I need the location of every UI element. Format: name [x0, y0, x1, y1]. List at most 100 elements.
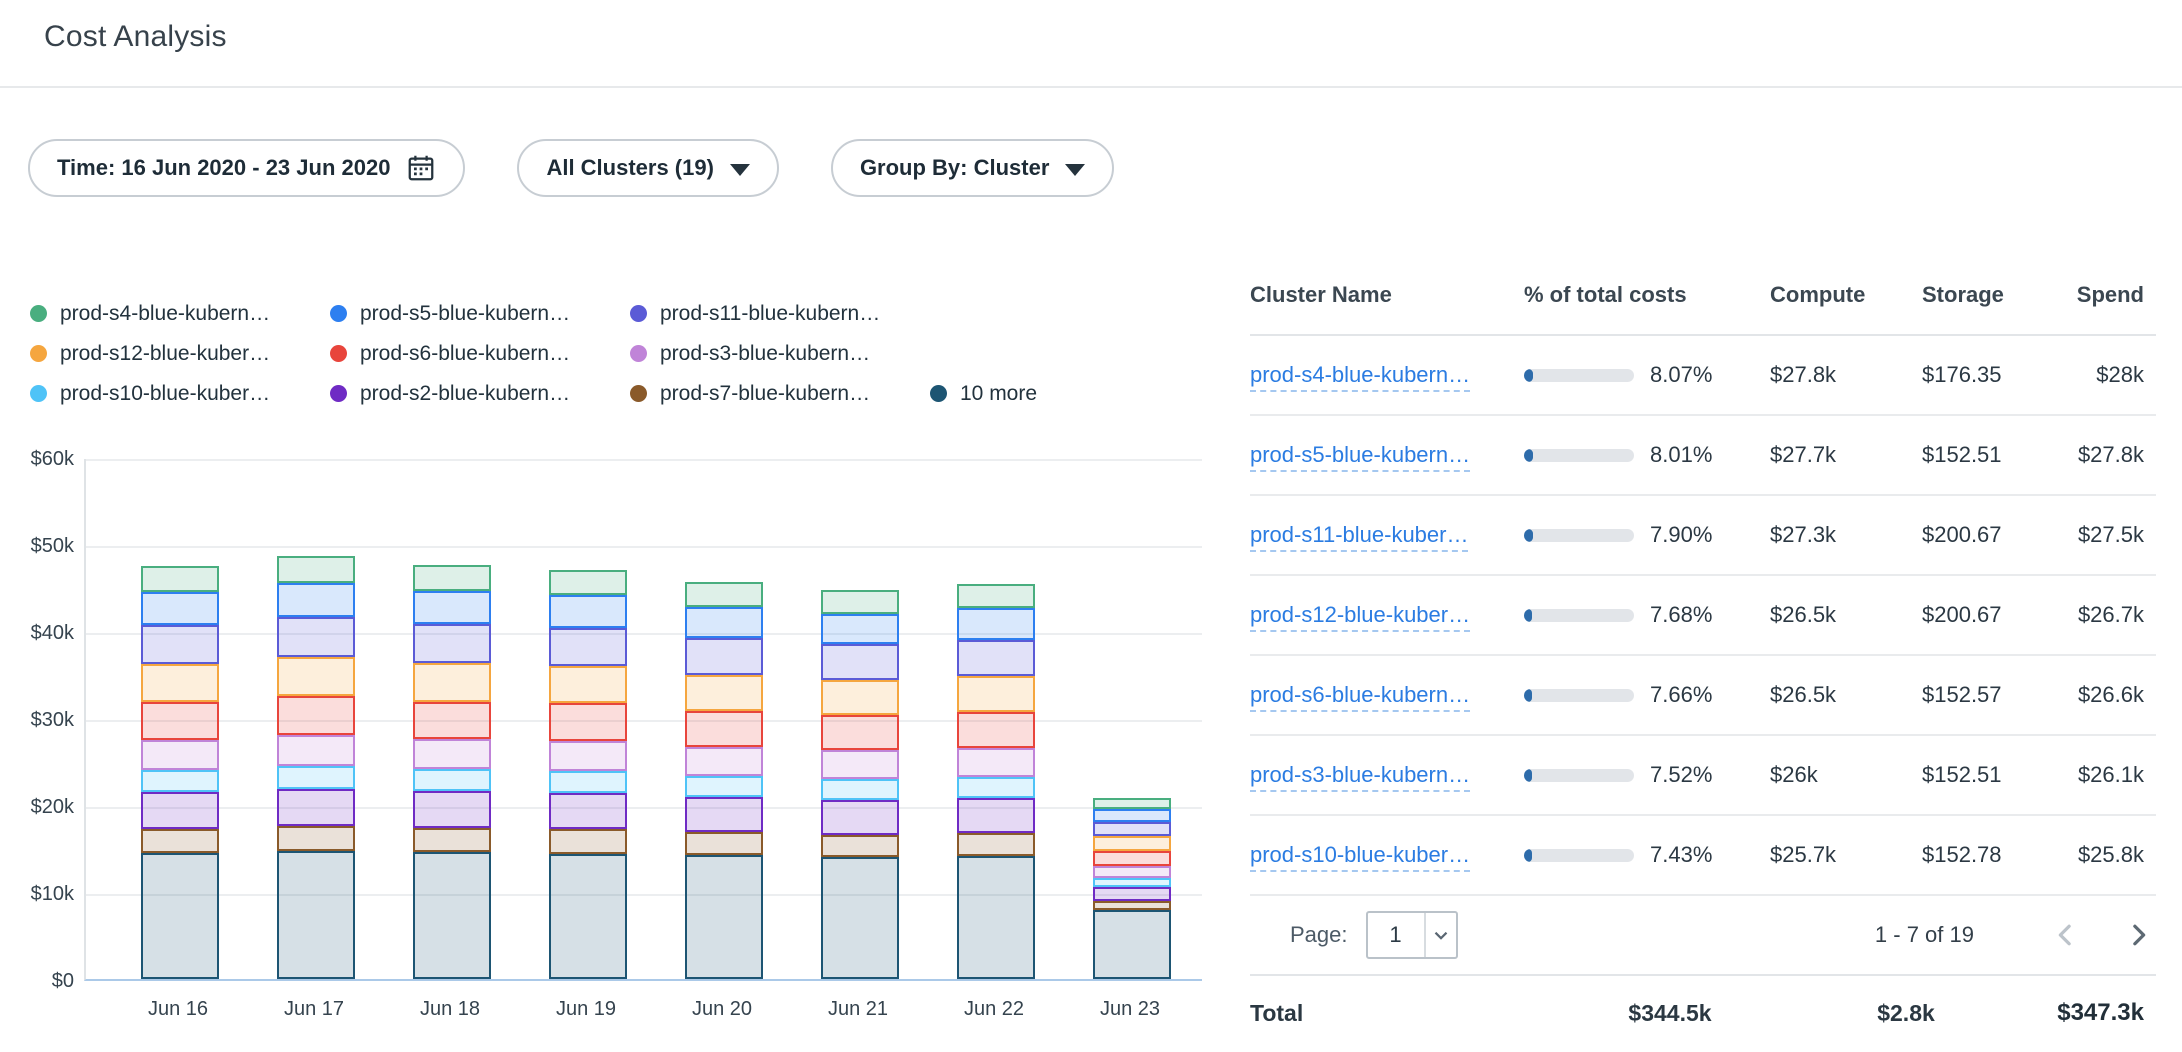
page-select[interactable]: 1 [1366, 911, 1458, 959]
bar-segment[interactable] [821, 590, 899, 613]
bar-segment[interactable] [413, 828, 491, 852]
bar-segment[interactable] [277, 766, 355, 789]
cluster-name-link[interactable]: prod-s5-blue-kubern… [1250, 442, 1470, 472]
bar-segment[interactable] [549, 854, 627, 979]
bar-segment[interactable] [141, 792, 219, 829]
bar-segment[interactable] [141, 625, 219, 664]
cluster-name-link[interactable]: prod-s12-blue-kuber… [1250, 602, 1470, 632]
bar-segment[interactable] [277, 696, 355, 734]
bar-segment[interactable] [957, 856, 1035, 979]
cluster-name-link[interactable]: prod-s3-blue-kubern… [1250, 762, 1470, 792]
cluster-name-link[interactable]: prod-s4-blue-kubern… [1250, 362, 1470, 392]
bar-segment[interactable] [413, 565, 491, 591]
legend-item[interactable]: prod-s10-blue-kuber… [30, 382, 330, 406]
bar-segment[interactable] [549, 741, 627, 771]
legend-item[interactable]: prod-s7-blue-kubern… [630, 382, 930, 406]
bar-segment[interactable] [549, 666, 627, 703]
bar-segment[interactable] [413, 624, 491, 663]
bar-segment[interactable] [549, 595, 627, 627]
bar-segment[interactable] [957, 676, 1035, 712]
bar-segment[interactable] [413, 739, 491, 769]
bar-segment[interactable] [1093, 866, 1171, 878]
bar-segment[interactable] [549, 771, 627, 793]
bar-segment[interactable] [957, 608, 1035, 639]
bar-segment[interactable] [141, 853, 219, 979]
bar-segment[interactable] [141, 740, 219, 770]
bar-segment[interactable] [821, 614, 899, 644]
bar-segment[interactable] [549, 703, 627, 740]
bar-segment[interactable] [277, 789, 355, 826]
legend-item[interactable]: prod-s12-blue-kuber… [30, 342, 330, 366]
bar-segment[interactable] [957, 712, 1035, 748]
legend-item[interactable]: prod-s6-blue-kubern… [330, 342, 630, 366]
bar-segment[interactable] [685, 582, 763, 606]
cluster-name-link[interactable]: prod-s11-blue-kuber… [1250, 522, 1468, 552]
bar-segment[interactable] [1093, 809, 1171, 822]
bar-segment[interactable] [413, 591, 491, 624]
bar-segment[interactable] [277, 851, 355, 979]
legend-item[interactable]: prod-s2-blue-kubern… [330, 382, 630, 406]
bar-segment[interactable] [821, 644, 899, 680]
bar-segment[interactable] [821, 750, 899, 779]
bar-segment[interactable] [685, 855, 763, 979]
bar-segment[interactable] [549, 628, 627, 666]
bar-segment[interactable] [277, 556, 355, 583]
bar-segment[interactable] [685, 797, 763, 832]
legend-item[interactable]: prod-s3-blue-kubern… [630, 342, 870, 366]
previous-page-button[interactable] [2050, 919, 2082, 951]
bar-segment[interactable] [277, 617, 355, 657]
bar-segment[interactable] [685, 832, 763, 855]
bar-segment[interactable] [685, 638, 763, 675]
next-page-button[interactable] [2122, 919, 2154, 951]
legend-item[interactable]: prod-s11-blue-kubern… [630, 302, 880, 326]
bar-segment[interactable] [549, 829, 627, 853]
bar-segment[interactable] [141, 829, 219, 853]
bar-segment[interactable] [957, 777, 1035, 798]
bar-segment[interactable] [685, 776, 763, 797]
legend-item[interactable]: prod-s5-blue-kubern… [330, 302, 630, 326]
bar-segment[interactable] [413, 791, 491, 828]
bar-segment[interactable] [821, 779, 899, 800]
legend-item[interactable]: 10 more [930, 382, 1037, 406]
bar-segment[interactable] [141, 664, 219, 702]
bar-segment[interactable] [413, 769, 491, 791]
bar-segment[interactable] [821, 835, 899, 858]
bar-segment[interactable] [141, 592, 219, 625]
bar-segment[interactable] [685, 747, 763, 777]
bar-segment[interactable] [1093, 822, 1171, 837]
bar-segment[interactable] [277, 826, 355, 851]
bar-segment[interactable] [141, 566, 219, 592]
bar-segment[interactable] [549, 793, 627, 830]
bar-segment[interactable] [821, 800, 899, 835]
cluster-name-link[interactable]: prod-s6-blue-kubern… [1250, 682, 1470, 712]
bar-segment[interactable] [1093, 901, 1171, 911]
bar-segment[interactable] [413, 852, 491, 979]
bar-segment[interactable] [1093, 887, 1171, 901]
clusters-filter-dropdown[interactable]: All Clusters (19) [517, 139, 779, 197]
bar-segment[interactable] [1093, 910, 1171, 979]
bar-segment[interactable] [413, 702, 491, 739]
bar-segment[interactable] [685, 607, 763, 638]
bar-segment[interactable] [1093, 836, 1171, 851]
bar-segment[interactable] [821, 680, 899, 716]
bar-segment[interactable] [1093, 851, 1171, 866]
bar-segment[interactable] [141, 770, 219, 792]
bar-segment[interactable] [957, 584, 1035, 608]
bar-segment[interactable] [685, 711, 763, 747]
bar-segment[interactable] [277, 657, 355, 696]
bar-segment[interactable] [957, 833, 1035, 856]
bar-segment[interactable] [141, 702, 219, 739]
legend-item[interactable]: prod-s4-blue-kubern… [30, 302, 330, 326]
bar-segment[interactable] [1093, 798, 1171, 808]
bar-segment[interactable] [549, 570, 627, 595]
bar-segment[interactable] [685, 675, 763, 712]
bar-segment[interactable] [957, 640, 1035, 677]
bar-segment[interactable] [957, 798, 1035, 833]
bar-segment[interactable] [413, 663, 491, 701]
bar-segment[interactable] [1093, 878, 1171, 887]
group-by-dropdown[interactable]: Group By: Cluster [831, 139, 1114, 197]
cluster-name-link[interactable]: prod-s10-blue-kuber… [1250, 842, 1470, 872]
bar-segment[interactable] [821, 715, 899, 750]
bar-segment[interactable] [821, 857, 899, 979]
bar-segment[interactable] [277, 583, 355, 617]
